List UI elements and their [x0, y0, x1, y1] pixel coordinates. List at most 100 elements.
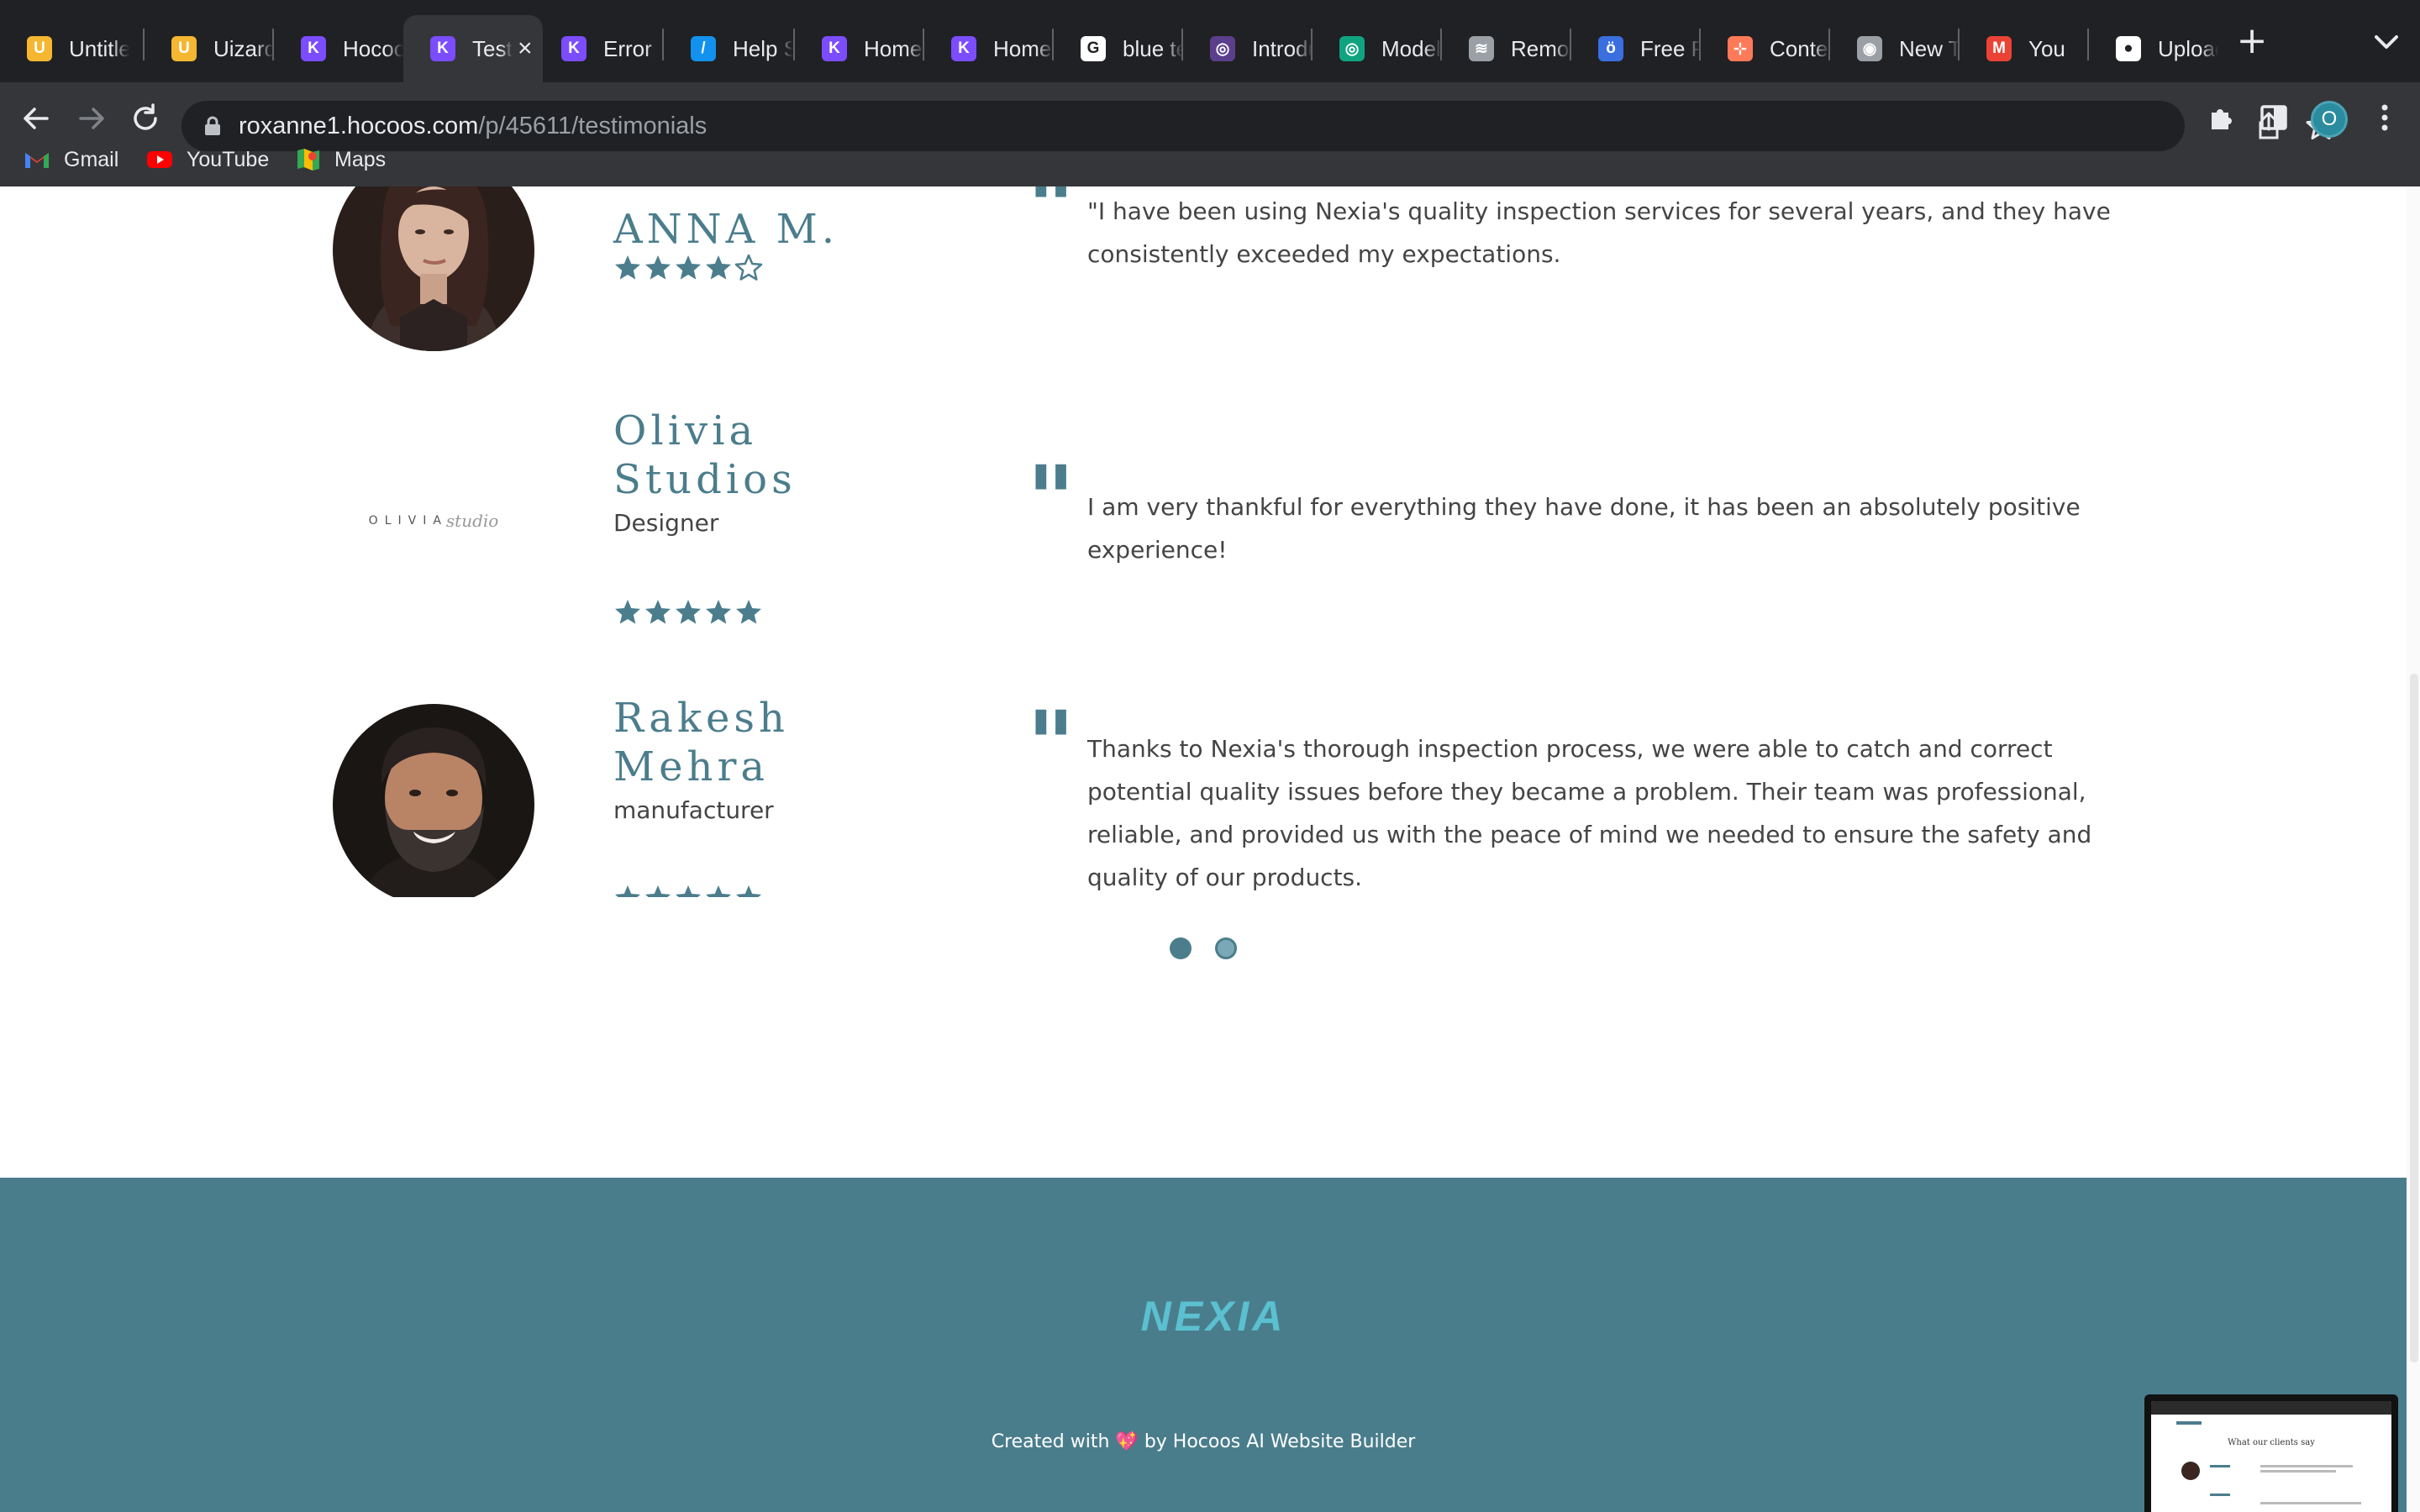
github-icon: ● [2116, 36, 2141, 61]
hocoos-icon: K [951, 36, 976, 61]
tab-5[interactable]: / Help Scout [664, 15, 793, 82]
tab-4[interactable]: K Error [534, 15, 664, 82]
bookmark-youtube[interactable]: YouTube [146, 143, 269, 176]
tab-separator [1570, 29, 1571, 60]
tab-3[interactable]: KTestimonials× [403, 15, 543, 82]
star-filled-icon [676, 885, 701, 897]
new-tab-button[interactable]: + [2235, 22, 2269, 60]
tab-search-icon[interactable] [2370, 25, 2403, 59]
tab-14[interactable]: ◉ New Tab [1830, 15, 1960, 82]
tab-label: Content [1770, 35, 1830, 61]
tab-separator [2087, 29, 2089, 60]
page-preview-thumbnail[interactable]: What our clients say [2144, 1394, 2398, 1512]
lock-icon [205, 116, 220, 135]
tab-15[interactable]: M You [1960, 15, 2089, 82]
tab-strip: UUntitledUUizardKHocoosKTestimonials×KEr… [0, 0, 2420, 82]
tab-label: You [2028, 35, 2065, 61]
pagination-dot-1[interactable] [1170, 937, 1192, 959]
reload-button[interactable] [128, 101, 163, 136]
tab-11[interactable]: ≋ Remove [1442, 15, 1571, 82]
tab-16[interactable]: ● Upload [2089, 15, 2218, 82]
pagination-dot-2[interactable] [1215, 937, 1237, 959]
bookmark-label: YouTube [187, 147, 270, 171]
testimonial-item: Rakesh Mehra manufacturer " Thanks to Ne… [0, 186, 2420, 897]
back-button[interactable] [18, 101, 54, 136]
star-filled-icon [645, 885, 671, 897]
gmail-icon [25, 153, 49, 168]
uizard-icon: U [171, 36, 197, 61]
quote-mark-icon: " [1027, 690, 1075, 799]
freepik-icon: ö [1598, 36, 1623, 61]
tab-label: New Tab [1899, 35, 1960, 61]
tab-separator [1699, 29, 1701, 60]
tab-separator [793, 29, 795, 60]
tab-label: Hocoos [343, 35, 403, 61]
bookmark-maps[interactable]: Maps [296, 143, 386, 176]
chrome-icon: ◉ [1857, 36, 1882, 61]
google-icon: G [1081, 36, 1106, 61]
tab-label: Help Scout [733, 35, 793, 61]
thumbnail-title: What our clients say [2228, 1438, 2315, 1447]
tab-separator [272, 29, 274, 60]
maps-icon [297, 149, 319, 171]
thumbnail-chrome [2151, 1401, 2391, 1415]
thumbnail-screen: What our clients say [2151, 1401, 2391, 1512]
scrollbar-track[interactable] [2407, 186, 2420, 1512]
extensions-icon[interactable] [2205, 101, 2238, 134]
hubspot-icon: ⊹ [1728, 36, 1753, 61]
page-content: ANNA M. " "I have been using Nexia's qua… [0, 186, 2420, 1512]
scrollbar-thumb[interactable] [2410, 674, 2418, 1362]
youtube-icon [147, 151, 172, 168]
profile-avatar[interactable]: O [2311, 101, 2348, 138]
tab-label: Upload [2158, 35, 2218, 61]
tab-0[interactable]: U Untitled [0, 15, 129, 82]
tab-1[interactable]: U Uizard [145, 15, 274, 82]
menu-kebab-icon[interactable] [2368, 101, 2402, 134]
bookmark-label: Gmail [64, 147, 119, 171]
openai-icon: ◎ [1339, 36, 1365, 61]
testimonial-name: Rakesh Mehra [613, 695, 789, 790]
bookmark-gmail[interactable]: Gmail [24, 143, 118, 176]
avatar-rakesh [333, 704, 534, 897]
tab-13[interactable]: ⊹ Content [1701, 15, 1830, 82]
hocoos-icon: K [301, 36, 326, 61]
tab-label: Remove [1511, 35, 1571, 61]
carousel-pagination [1170, 937, 1237, 959]
tab-label: Introducing [1252, 35, 1313, 61]
tab-9[interactable]: ◎ Introducing [1183, 15, 1313, 82]
tab-separator [662, 29, 664, 60]
tab-separator [143, 29, 145, 60]
tab-label: blue text [1123, 35, 1183, 61]
hocoos-icon: K [822, 36, 847, 61]
tab-separator [1311, 29, 1313, 60]
testimonial-role: manufacturer [613, 796, 774, 824]
layers-icon: ≋ [1469, 36, 1494, 61]
tab-separator [1958, 29, 1960, 60]
tab-label: Untitled [69, 35, 129, 61]
hocoos-icon: K [430, 36, 455, 61]
tab-8[interactable]: Gblue text [1054, 15, 1183, 82]
forward-button[interactable] [74, 101, 109, 136]
uizard-icon: U [27, 36, 52, 61]
tab-label: Models [1381, 35, 1442, 61]
tab-label: Home [864, 35, 923, 61]
gmail-icon: M [1986, 36, 2012, 61]
bookmark-label: Maps [334, 147, 387, 171]
tab-6[interactable]: K Home [795, 15, 924, 82]
tab-12[interactable]: ö Free Pik [1571, 15, 1701, 82]
rating-stars [613, 884, 763, 897]
footer-credit: Created with 💖 by Hocoos AI Website Buil… [991, 1431, 1416, 1452]
tab-2[interactable]: K Hocoos [274, 15, 403, 82]
tab-label: Free Pik [1640, 35, 1701, 61]
nexia-logo[interactable]: NEXIA [1092, 1295, 1334, 1336]
star-filled-icon [615, 885, 640, 897]
tab-7[interactable]: K Home [924, 15, 1054, 82]
openai-icon: ◎ [1210, 36, 1235, 61]
thumbnail-logo [2176, 1421, 2202, 1425]
star-filled-icon [706, 885, 731, 897]
tab-10[interactable]: ◎ Models [1313, 15, 1442, 82]
tab-label: Testimonials [472, 35, 513, 61]
tab-separator [923, 29, 924, 60]
helpscout-icon: / [691, 36, 716, 61]
side-panel-icon[interactable] [2257, 101, 2291, 134]
